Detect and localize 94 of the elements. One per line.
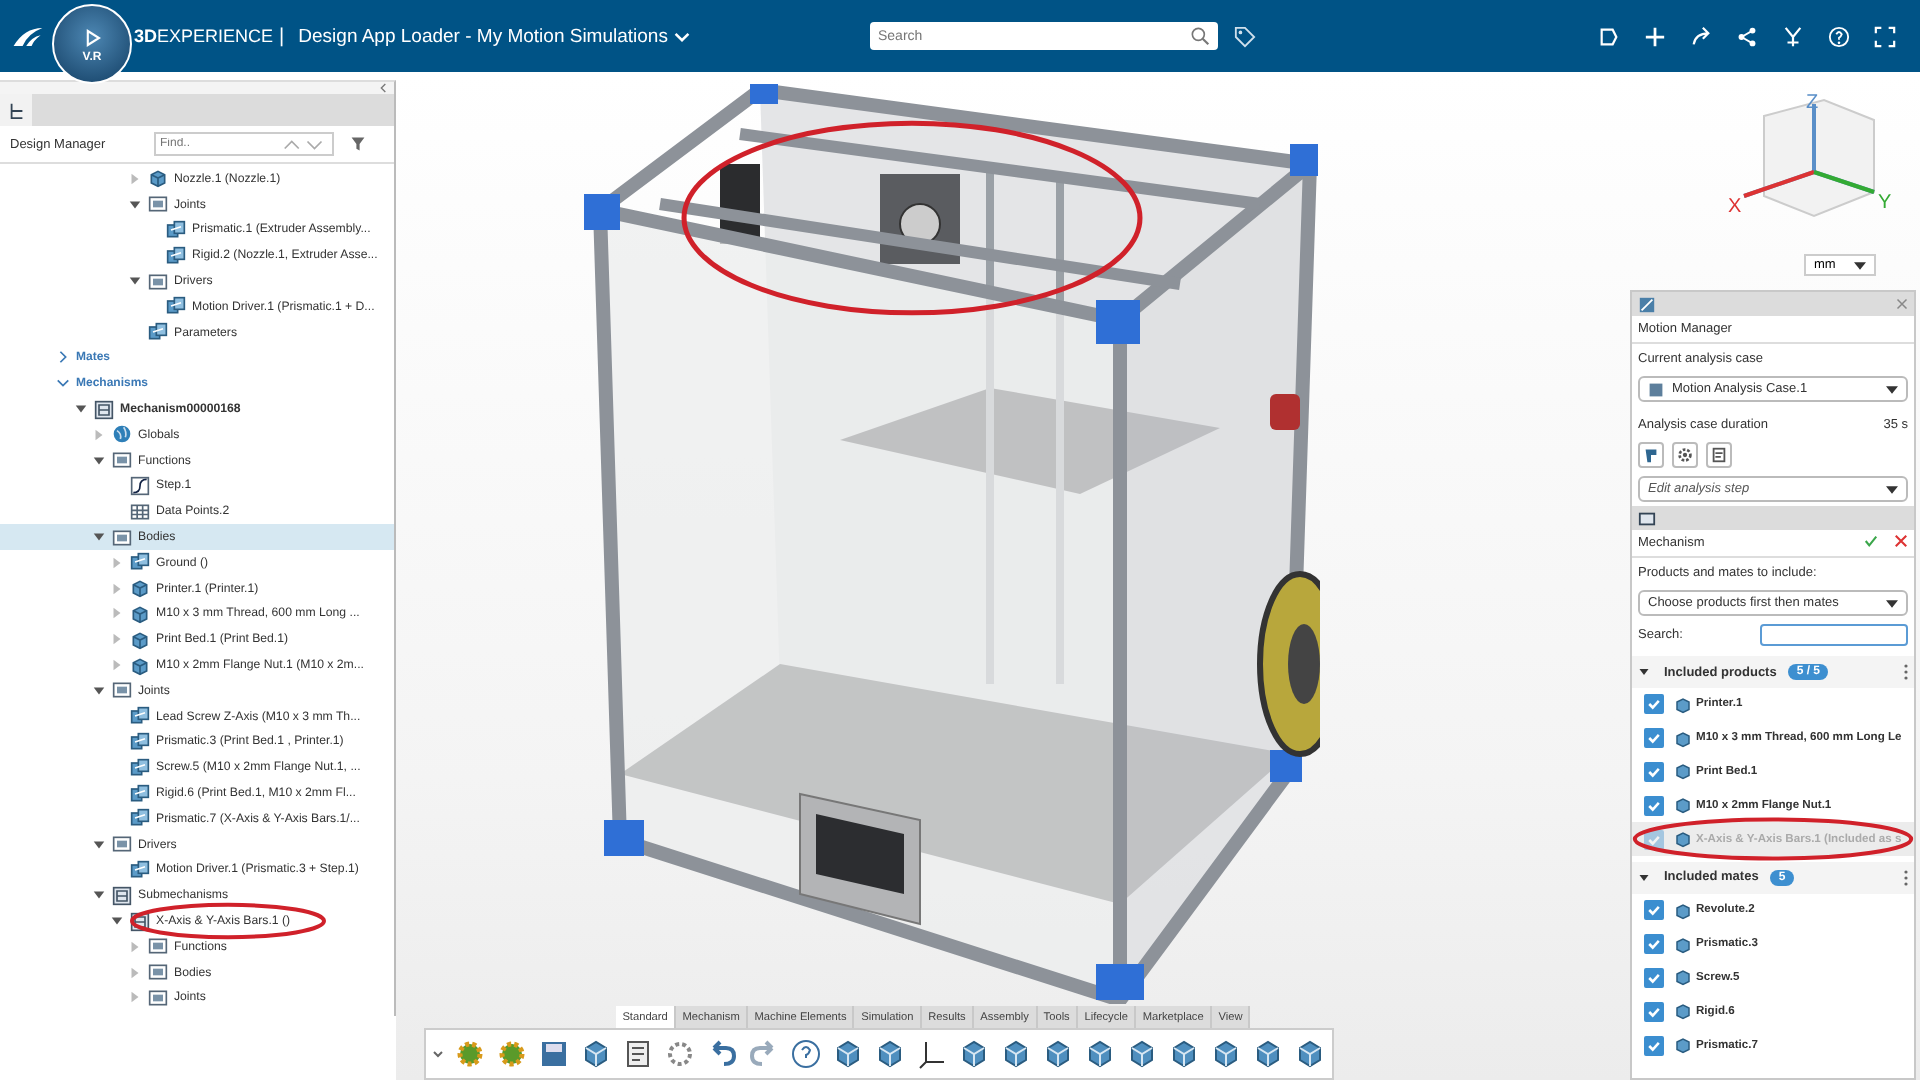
joint-icon (130, 859, 150, 880)
joint-icon (166, 219, 186, 240)
joint-icon (130, 706, 150, 727)
part-icon (130, 655, 150, 676)
joint-icon (130, 552, 150, 573)
joint-icon (130, 783, 150, 804)
expand-arrow-icon[interactable] (1638, 666, 1650, 678)
joint-icon (130, 757, 150, 778)
help-icon[interactable] (790, 1038, 822, 1070)
expand-arrow-icon[interactable] (92, 837, 106, 852)
save-icon[interactable] (538, 1038, 570, 1070)
dropdown-arrow-icon[interactable] (1886, 599, 1898, 607)
folder-icon (148, 271, 168, 292)
settings-icon (1676, 446, 1694, 464)
cube-icon[interactable] (874, 1038, 906, 1070)
folder-icon (112, 527, 132, 548)
folder-icon (148, 962, 168, 983)
folder-icon (112, 680, 132, 701)
cube-icon[interactable] (1168, 1038, 1200, 1070)
folder-icon (148, 987, 168, 1008)
close-icon[interactable] (1894, 534, 1908, 548)
mechanism-icon (112, 885, 132, 906)
cube-icon[interactable] (1252, 1038, 1284, 1070)
cube-icon[interactable] (580, 1038, 612, 1070)
settings-button[interactable] (1672, 442, 1698, 468)
filter-icon[interactable] (350, 136, 366, 152)
expand-arrow-icon[interactable] (1638, 871, 1650, 884)
search-icon[interactable] (1189, 26, 1210, 46)
dropdown-arrow-icon[interactable] (1886, 485, 1898, 493)
joint-icon (130, 731, 150, 752)
tag-icon[interactable] (1233, 25, 1256, 47)
settings-icon[interactable] (664, 1038, 696, 1070)
part-icon (130, 603, 150, 624)
logo-icon[interactable] (10, 23, 46, 49)
tool-button[interactable] (1638, 442, 1664, 468)
check-icon[interactable] (1864, 534, 1878, 548)
gear-icon[interactable] (496, 1038, 528, 1070)
checkbox[interactable] (1644, 1001, 1664, 1022)
checkbox[interactable] (1644, 761, 1664, 782)
checkbox[interactable] (1644, 694, 1664, 715)
part-icon (130, 629, 150, 650)
globe-icon (112, 424, 132, 445)
document-icon[interactable] (622, 1038, 654, 1070)
cube-icon[interactable] (1126, 1038, 1158, 1070)
tool-icon (1642, 446, 1660, 464)
collapse-icon[interactable] (380, 82, 388, 94)
dropdown-arrow-icon[interactable] (1886, 385, 1898, 393)
share-icon[interactable] (1736, 25, 1758, 47)
folder-icon (148, 936, 168, 957)
app-brand: 3DEXPERIENCE (134, 26, 274, 46)
tree-tab[interactable] (0, 94, 32, 126)
joint-icon (166, 245, 186, 266)
joint-icon (130, 808, 150, 829)
part-icon (148, 168, 168, 189)
analysis-case-icon (1648, 381, 1664, 397)
mechanism-icon (94, 399, 114, 420)
caret-icon[interactable] (432, 1050, 444, 1058)
checkbox[interactable] (1644, 1035, 1664, 1056)
document-icon (1710, 446, 1728, 464)
joint-icon (148, 322, 168, 343)
calendar-button[interactable] (1706, 442, 1732, 468)
mechanism-icon (1638, 509, 1656, 527)
joint-icon (166, 296, 186, 317)
folder-icon (112, 834, 132, 855)
title-separator: | (279, 25, 285, 47)
cube-icon[interactable] (958, 1038, 990, 1070)
close-icon[interactable] (1896, 298, 1908, 310)
checkbox[interactable] (1644, 934, 1664, 955)
cube-icon[interactable] (1210, 1038, 1242, 1070)
cube-icon[interactable] (1084, 1038, 1116, 1070)
curve-icon (130, 475, 150, 496)
checkbox[interactable] (1644, 967, 1664, 988)
gear-icon[interactable] (454, 1038, 486, 1070)
axis-icon[interactable] (916, 1038, 948, 1070)
folder-icon (112, 450, 132, 471)
part-icon (130, 578, 150, 599)
checkbox[interactable] (1644, 795, 1664, 816)
dropdown-arrow-icon[interactable] (1854, 261, 1866, 269)
folder-icon (148, 194, 168, 215)
search-field[interactable] (1760, 624, 1908, 646)
motion-manager-icon (1638, 295, 1656, 313)
app-title[interactable]: Design App Loader - My Motion Simulations (298, 25, 668, 47)
share-arrow-icon[interactable] (1690, 25, 1712, 47)
tree-icon (7, 101, 25, 119)
fullscreen-icon[interactable] (1874, 25, 1896, 47)
expand-arrow-icon[interactable] (128, 274, 142, 289)
plus-icon[interactable] (1644, 25, 1666, 47)
cube-icon[interactable] (1000, 1038, 1032, 1070)
checkbox[interactable] (1644, 900, 1664, 921)
table-icon (130, 501, 150, 522)
cube-icon[interactable] (1294, 1038, 1326, 1070)
cube-icon[interactable] (1042, 1038, 1074, 1070)
cube-icon[interactable] (832, 1038, 864, 1070)
checkbox[interactable] (1644, 728, 1664, 749)
